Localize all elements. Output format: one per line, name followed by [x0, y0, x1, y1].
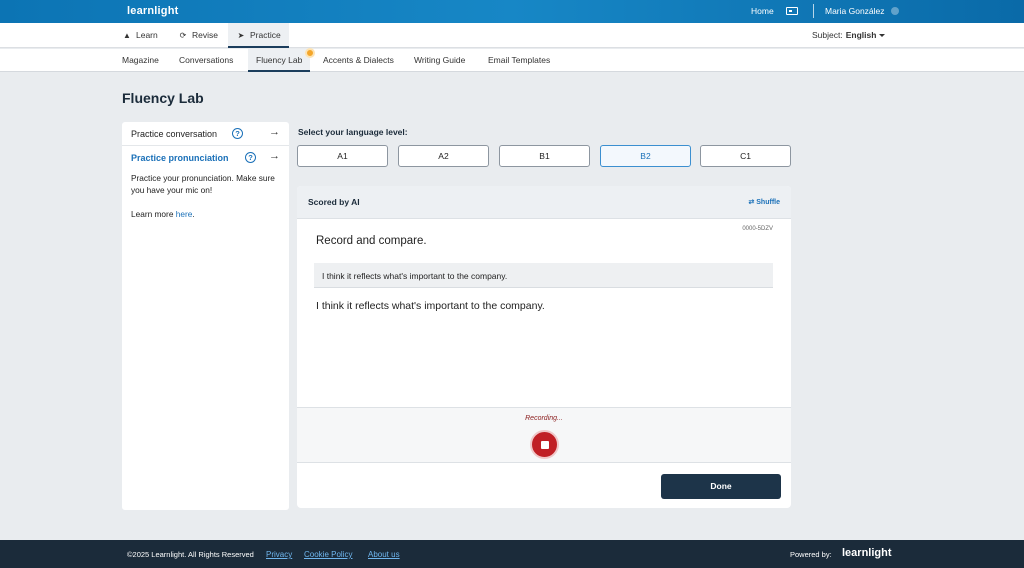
subnav-writing-guide[interactable]: Writing Guide	[414, 49, 465, 72]
top-divider	[813, 4, 814, 18]
cookie-policy-link[interactable]: Cookie Policy	[304, 550, 352, 559]
id-card-icon[interactable]	[786, 7, 798, 15]
learn-more-link[interactable]: here	[176, 209, 193, 219]
user-name[interactable]: Maria González	[825, 6, 885, 16]
help-icon[interactable]: ?	[232, 128, 243, 139]
nav-learn[interactable]: ▲ Learn	[122, 23, 158, 48]
refresh-icon: ⟳	[179, 31, 187, 40]
exercise-code: 0000-5DZV	[742, 226, 773, 232]
privacy-link[interactable]: Privacy	[266, 550, 292, 559]
new-badge-icon	[305, 48, 315, 58]
top-bar: learnlight Home Maria González	[0, 0, 1024, 23]
reference-sentence: I think it reflects what's important to …	[314, 263, 773, 288]
card-header: Scored by AI ⇄ Shuffle	[297, 186, 791, 219]
done-button[interactable]: Done	[661, 474, 781, 499]
level-c1-button[interactable]: C1	[700, 145, 791, 167]
subnav-fluency-lab[interactable]: Fluency Lab	[248, 49, 311, 72]
card-header-title: Scored by AI	[308, 197, 360, 207]
footer-brand-logo: learnlight	[842, 547, 892, 559]
subnav-email-templates[interactable]: Email Templates	[488, 49, 550, 72]
subnav-conversations[interactable]: Conversations	[179, 49, 233, 72]
menu-divider	[122, 145, 289, 146]
practice-conversation-label: Practice conversation	[131, 129, 218, 139]
brand-logo[interactable]: learnlight	[127, 5, 179, 17]
subject-value: English	[845, 30, 877, 40]
subject-label: Subject:	[812, 30, 843, 40]
nav-revise[interactable]: ⟳ Revise	[178, 23, 218, 48]
pronunciation-description: Practice your pronunciation. Make sure y…	[131, 173, 275, 195]
subnav-magazine[interactable]: Magazine	[122, 49, 159, 72]
nav-learn-label: Learn	[136, 30, 158, 40]
rocket-icon: ➤	[237, 31, 245, 40]
practice-menu: Practice conversation ? → Practice pronu…	[122, 122, 289, 510]
footer: ©2025 Learnlight. All Rights Reserved Pr…	[0, 540, 1024, 568]
shuffle-label: Shuffle	[756, 199, 780, 206]
recording-area: Recording...	[297, 407, 791, 463]
subject-selector[interactable]: Subject: English	[812, 30, 886, 40]
stop-recording-button[interactable]	[530, 430, 559, 459]
level-a1-button[interactable]: A1	[297, 145, 388, 167]
arrow-right-icon[interactable]: →	[269, 126, 280, 138]
nav-revise-label: Revise	[192, 30, 218, 40]
nav-practice-label: Practice	[250, 30, 281, 40]
learn-more-text: Learn more here.	[131, 208, 281, 220]
practice-conversation-item[interactable]: Practice conversation	[131, 129, 217, 139]
practice-pronunciation-label: Practice pronunciation	[131, 153, 229, 163]
sub-nav: Magazine Conversations Fluency Lab Accen…	[0, 49, 1024, 72]
learn-more-suffix: .	[192, 209, 195, 219]
about-us-link[interactable]: About us	[368, 550, 400, 559]
practice-sentence: I think it reflects what's important to …	[316, 300, 545, 312]
graduation-cap-icon: ▲	[123, 31, 131, 40]
home-link[interactable]: Home	[751, 6, 774, 16]
level-b2-button[interactable]: B2	[600, 145, 691, 167]
caret-down-icon	[879, 34, 886, 38]
subnav-accents-dialects[interactable]: Accents & Dialects	[323, 49, 394, 72]
arrow-right-icon[interactable]: →	[269, 150, 280, 162]
recording-status: Recording...	[525, 415, 563, 422]
user-avatar-icon[interactable]	[891, 7, 899, 15]
stop-icon	[541, 441, 549, 449]
copyright-text: ©2025 Learnlight. All Rights Reserved	[127, 550, 254, 559]
instruction-text: Record and compare.	[316, 235, 427, 247]
nav-practice[interactable]: ➤ Practice	[228, 23, 289, 48]
powered-by-label: Powered by:	[790, 550, 832, 559]
reference-sentence-text: I think it reflects what's important to …	[322, 271, 508, 281]
help-icon[interactable]: ?	[245, 152, 256, 163]
page-title: Fluency Lab	[122, 90, 204, 106]
practice-pronunciation-item[interactable]: Practice pronunciation	[131, 153, 229, 163]
level-b1-button[interactable]: B1	[499, 145, 590, 167]
main-nav: ▲ Learn ⟳ Revise ➤ Practice Subject: English	[0, 23, 1024, 48]
pronunciation-card: Scored by AI ⇄ Shuffle 0000-5DZV Record …	[297, 186, 791, 508]
level-label: Select your language level:	[298, 127, 408, 137]
level-a2-button[interactable]: A2	[398, 145, 489, 167]
shuffle-button[interactable]: ⇄ Shuffle	[748, 198, 780, 206]
learn-more-prefix: Learn more	[131, 209, 176, 219]
